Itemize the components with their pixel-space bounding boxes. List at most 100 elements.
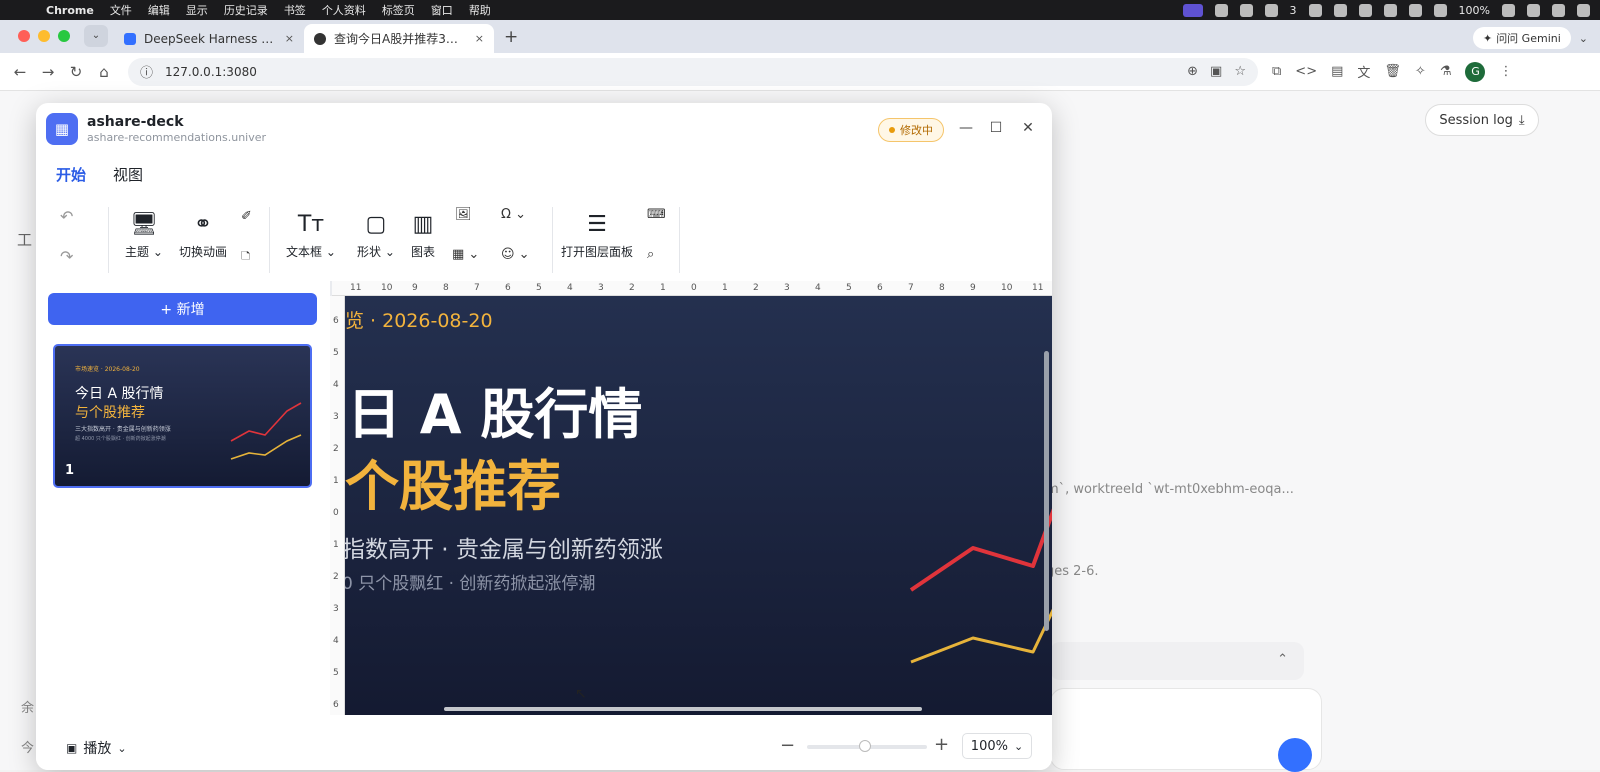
close-window-icon[interactable]	[18, 30, 30, 42]
kebab-menu-icon[interactable]: ⋮	[1499, 64, 1512, 79]
menu-profiles[interactable]: 个人资料	[314, 2, 374, 18]
theme-button[interactable]: 🖥 主题 ⌄	[125, 209, 163, 260]
tab-close-icon[interactable]: ×	[285, 32, 294, 45]
horizontal-scrollbar[interactable]	[444, 707, 922, 711]
openai-icon[interactable]	[1408, 3, 1422, 17]
install-app-icon[interactable]: ▣	[1210, 64, 1222, 79]
chevron-up-icon[interactable]: ⌃	[1277, 652, 1288, 667]
tab-start[interactable]: 开始	[56, 164, 86, 185]
close-icon[interactable]: ✕	[1016, 116, 1040, 140]
slide-subtitle[interactable]: 指数高开 · 贵金属与创新药领涨	[345, 530, 663, 564]
play-button[interactable]: ▣ 播放 ⌄	[66, 738, 127, 758]
yellow-trend-line[interactable]	[910, 606, 1052, 664]
slide-title[interactable]: 日 A 股行情	[347, 370, 642, 449]
reload-icon[interactable]: ↻	[62, 63, 90, 81]
magic-pen-icon[interactable]: ✐	[241, 209, 252, 224]
zoom-in-icon[interactable]: +	[934, 734, 949, 755]
redo-icon[interactable]: ↷	[60, 247, 73, 266]
minimize-icon[interactable]: —	[954, 116, 978, 140]
new-tab-button[interactable]: +	[494, 27, 528, 53]
layout-icon[interactable]: ▤	[1331, 64, 1343, 79]
address-bar[interactable]: ⓘ 127.0.0.1:3080 ⊕ ▣ ☆	[128, 57, 1258, 86]
cat-icon[interactable]	[1383, 3, 1397, 17]
minimize-window-icon[interactable]	[38, 30, 50, 42]
chart-button[interactable]: ▥ 图表	[411, 209, 435, 260]
special-char-icon[interactable]: Ω ⌄	[501, 207, 526, 222]
url-text[interactable]: 127.0.0.1:3080	[165, 65, 1175, 79]
slide-title-accent[interactable]: 个股推荐	[345, 442, 561, 521]
sticky-note-icon[interactable]: 🗅	[241, 247, 251, 269]
flask-icon[interactable]: ⚗	[1440, 64, 1452, 79]
add-slide-button[interactable]: + 新增	[48, 293, 317, 325]
search-icon[interactable]	[1552, 3, 1565, 17]
wechat-icon[interactable]	[1333, 3, 1347, 17]
tab-view[interactable]: 视图	[113, 164, 143, 185]
devtools-icon[interactable]: <>	[1295, 64, 1317, 79]
slide-thumbnail[interactable]: 市场速览 · 2026-08-20 今日 A 股行情 与个股推荐 三大指数高开 …	[53, 344, 312, 488]
layer-panel-button[interactable]: ☰ 打开图层面板	[561, 209, 633, 260]
zoom-out-icon[interactable]: −	[780, 735, 795, 756]
keyboard-icon[interactable]: ⌨	[647, 207, 666, 222]
zoom-select[interactable]: 100% ⌄	[962, 733, 1032, 759]
image-icon[interactable]: 🖼	[455, 207, 472, 222]
tab-menu-chevron-icon[interactable]: ⌄	[1579, 32, 1588, 45]
tab-deepseek-harness[interactable]: DeepSeek Harness - 飞书云文 ×	[114, 24, 304, 53]
profile-avatar[interactable]: G	[1465, 61, 1486, 82]
menu-bookmarks[interactable]: 书签	[276, 2, 314, 18]
emoji-icon[interactable]: ☺ ⌄	[501, 247, 530, 262]
microphone-icon[interactable]	[1239, 3, 1253, 17]
tab-close-icon[interactable]: ×	[475, 32, 484, 45]
site-info-icon[interactable]: ⓘ	[140, 62, 153, 81]
back-icon[interactable]: ←	[6, 63, 34, 81]
red-trend-line[interactable]	[909, 506, 1052, 592]
forward-icon[interactable]: →	[34, 63, 62, 81]
ruler-tick-label: 4	[333, 636, 339, 646]
zoom-slider-knob[interactable]	[859, 740, 871, 752]
menu-tabs[interactable]: 标签页	[374, 2, 423, 18]
emoji-icon[interactable]	[1214, 3, 1228, 17]
vertical-scrollbar[interactable]	[1044, 351, 1049, 631]
bg-collapse-panel[interactable]: ⌃	[1050, 642, 1304, 680]
menu-view[interactable]: 显示	[178, 2, 216, 18]
maximize-icon[interactable]: ☐	[984, 116, 1008, 140]
ribbon-divider	[108, 207, 109, 273]
undo-icon[interactable]: ↶	[60, 207, 73, 226]
menu-history[interactable]: 历史记录	[216, 2, 276, 18]
input-method-icon[interactable]	[1264, 3, 1278, 17]
menu-edit[interactable]: 编辑	[140, 2, 178, 18]
maximize-window-icon[interactable]	[58, 30, 70, 42]
bookmark-star-icon[interactable]: ☆	[1234, 64, 1246, 79]
extensions-icon[interactable]: ⧉	[1272, 64, 1281, 79]
word-icon[interactable]	[1308, 3, 1322, 17]
battery-icon[interactable]	[1502, 3, 1515, 17]
zoom-icon[interactable]: ⊕	[1187, 64, 1198, 79]
home-icon[interactable]: ⌂	[90, 63, 118, 81]
trash-icon[interactable]: 🗑	[1384, 64, 1401, 79]
trend-chart[interactable]	[905, 496, 1052, 676]
puzzle-icon[interactable]: ✧	[1415, 64, 1426, 79]
translate-icon[interactable]: 文	[1357, 62, 1370, 81]
shape-button[interactable]: ▢ 形状 ⌄	[357, 209, 395, 260]
zoom-slider[interactable]	[807, 740, 927, 752]
find-replace-icon[interactable]: ⌕	[647, 247, 654, 262]
slide-kicker[interactable]: 览 · 2026-08-20	[345, 306, 493, 333]
tab-stock-ppt[interactable]: 查询今日A股并推荐3只股票PPT ×	[304, 24, 494, 53]
tab-search-button[interactable]: ⌄	[84, 25, 108, 47]
menu-help[interactable]: 帮助	[461, 2, 499, 18]
menu-window[interactable]: 窗口	[423, 2, 461, 18]
table-icon[interactable]: ▦ ⌄	[452, 247, 479, 262]
menu-file[interactable]: 文件	[102, 2, 140, 18]
control-center-icon[interactable]	[1577, 3, 1590, 17]
menu-app-name[interactable]: Chrome	[38, 4, 102, 17]
textbox-button[interactable]: Tт 文本框 ⌄	[286, 209, 336, 260]
slide-subtitle2[interactable]: 0 只个股飘红 · 创新药掀起涨停潮	[345, 569, 595, 594]
screen-share-icon[interactable]	[1182, 3, 1203, 17]
slide-canvas[interactable]: 览 · 2026-08-20 日 A 股行情 个股推荐 指数高开 · 贵金属与创…	[345, 296, 1052, 715]
wifi-icon[interactable]	[1527, 3, 1540, 17]
session-log-button[interactable]: Session log ⤓	[1425, 104, 1539, 136]
transition-button[interactable]: ⚭ 切换动画	[179, 209, 227, 260]
bilibili-icon[interactable]	[1358, 3, 1372, 17]
send-button[interactable]	[1278, 738, 1312, 772]
play-icon[interactable]	[1433, 3, 1447, 17]
ask-gemini-button[interactable]: ✦ 问问 Gemini	[1472, 27, 1571, 49]
